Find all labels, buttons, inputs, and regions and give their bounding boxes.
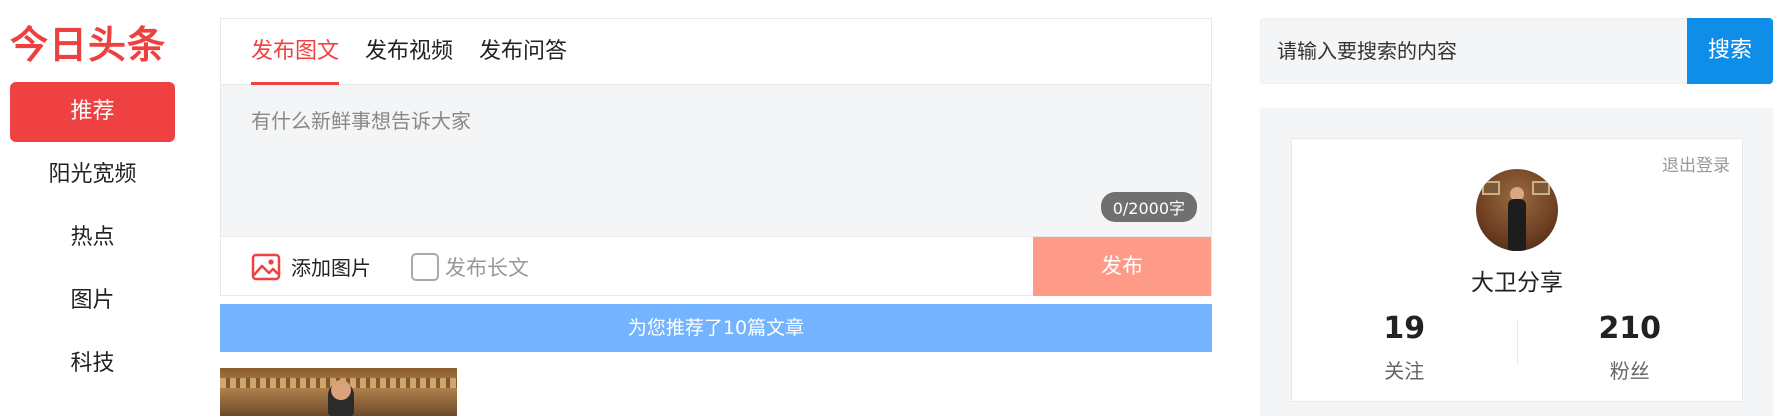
publish-button[interactable]: 发布: [1033, 237, 1211, 296]
char-counter: 0/2000字: [1100, 192, 1197, 222]
nav-item-tech[interactable]: 科技: [10, 334, 175, 394]
post-textarea[interactable]: [221, 85, 1211, 236]
follow-stat[interactable]: 19 关注: [1292, 309, 1517, 384]
recommend-banner[interactable]: 为您推荐了10篇文章: [220, 304, 1212, 352]
publish-composer: 发布图文 发布视频 发布问答 0/2000字 添加图片 发布长文 发布: [220, 18, 1212, 296]
tab-publish-article[interactable]: 发布图文: [251, 19, 340, 85]
fans-label: 粉丝: [1609, 359, 1650, 383]
follow-count: 19: [1383, 311, 1426, 346]
channel-nav: 推荐 阳光宽频 热点 图片 科技: [10, 82, 175, 397]
tab-publish-video[interactable]: 发布视频: [365, 19, 453, 84]
publish-toolbar: 添加图片 发布长文 发布: [221, 237, 1211, 296]
post-editor: 0/2000字: [221, 85, 1211, 237]
tab-publish-qa[interactable]: 发布问答: [479, 19, 567, 84]
long-text-toggle[interactable]: 发布长文: [411, 252, 529, 282]
user-stats: 19 关注 210 粉丝: [1292, 309, 1742, 384]
search-bar: 搜索: [1260, 18, 1773, 84]
user-panel: 退出登录 大卫分享 19 关注 210 粉丝: [1260, 108, 1773, 416]
nav-item-recommend[interactable]: 推荐: [10, 82, 175, 142]
follow-label: 关注: [1384, 359, 1425, 383]
thumbnail-face: [331, 380, 351, 400]
image-icon: [251, 253, 281, 280]
long-text-label: 发布长文: [445, 255, 529, 280]
add-image-label: 添加图片: [291, 256, 371, 280]
search-button[interactable]: 搜索: [1687, 18, 1773, 84]
avatar-frame-left: [1482, 181, 1500, 195]
username[interactable]: 大卫分享: [1292, 263, 1742, 297]
search-input[interactable]: [1260, 18, 1687, 84]
long-text-checkbox[interactable]: [411, 252, 439, 281]
avatar[interactable]: [1476, 169, 1558, 251]
logo[interactable]: 今日头条: [10, 14, 166, 69]
nav-item-images[interactable]: 图片: [10, 271, 175, 331]
publish-tabs: 发布图文 发布视频 发布问答: [221, 19, 1211, 85]
avatar-frame-right: [1532, 181, 1550, 195]
nav-item-video[interactable]: 阳光宽频: [10, 145, 175, 205]
fans-stat[interactable]: 210 粉丝: [1518, 309, 1743, 384]
add-image-button[interactable]: 添加图片: [251, 252, 371, 281]
logout-link[interactable]: 退出登录: [1662, 151, 1730, 176]
fans-count: 210: [1598, 311, 1662, 346]
user-card: 退出登录 大卫分享 19 关注 210 粉丝: [1291, 138, 1743, 402]
article-thumbnail[interactable]: [220, 368, 457, 416]
nav-item-hot[interactable]: 热点: [10, 208, 175, 268]
avatar-body: [1508, 199, 1526, 251]
